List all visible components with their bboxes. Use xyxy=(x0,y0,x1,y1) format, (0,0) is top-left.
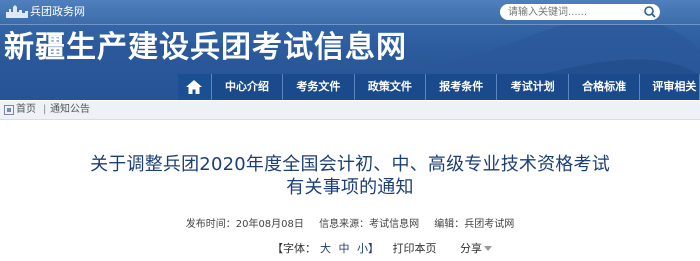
breadcrumb-separator: | xyxy=(43,104,47,115)
share-label: 分享 xyxy=(460,242,482,255)
font-large-button[interactable]: 大 xyxy=(320,242,331,255)
gov-portal-link[interactable]: 兵团政务网 xyxy=(30,4,85,20)
breadcrumb: 首页 | 通知公告 xyxy=(0,101,700,120)
nav-item-center-intro[interactable]: 中心介绍 xyxy=(211,74,284,100)
search-icon xyxy=(644,6,656,18)
article-meta: 发布时间：20年08月08日 信息来源：考试信息网 编辑：兵团考试网 xyxy=(0,218,700,232)
article-title-line1: 关于调整兵团2020年度全国会计初、中、高级专业技术资格考试 xyxy=(90,154,610,175)
nav-item-exam-files[interactable]: 考务文件 xyxy=(283,74,355,100)
font-size-label: 【字体： xyxy=(272,242,316,255)
nav-item-exam-plan[interactable]: 考试计划 xyxy=(497,74,569,100)
font-medium-button[interactable]: 中 xyxy=(339,242,350,255)
dropdown-arrow-icon xyxy=(484,246,492,251)
nav-item-pass-standard[interactable]: 合格标准 xyxy=(568,74,641,100)
nav-item-eligibility[interactable]: 报考条件 xyxy=(426,74,498,100)
print-button[interactable]: 打印本页 xyxy=(393,242,437,255)
nav-home[interactable] xyxy=(178,74,212,100)
editor: 编辑：兵团考试网 xyxy=(434,219,515,230)
nav-item-policy-files[interactable]: 政策文件 xyxy=(354,74,427,100)
site-title: 新疆生产建设兵团考试信息网 xyxy=(4,30,407,65)
breadcrumb-current[interactable]: 通知公告 xyxy=(50,101,90,119)
info-source: 信息来源：考试信息网 xyxy=(319,219,420,230)
article-tools: 【字体： 大 中 小】 打印本页 分享 xyxy=(272,242,492,256)
location-icon xyxy=(4,105,14,115)
search-button[interactable] xyxy=(640,4,660,20)
article-title: 关于调整兵团2020年度全国会计初、中、高级专业技术资格考试 有关事项的通知 xyxy=(0,153,700,199)
skyline-logo-icon xyxy=(6,5,28,18)
breadcrumb-home-link[interactable]: 首页 xyxy=(16,101,36,119)
main-nav: 中心介绍 考务文件 政策文件 报考条件 考试计划 合格标准 评审相关 xyxy=(178,74,700,100)
home-icon xyxy=(186,80,203,94)
top-bar: 兵团政务网 xyxy=(0,0,700,25)
share-button[interactable]: 分享 xyxy=(460,242,492,255)
article-title-line2: 有关事项的通知 xyxy=(286,177,414,198)
site-banner: 兵团政务网 新疆生产建设兵团考试信息网 中心介绍 考务文件 政策文件 报考条件 … xyxy=(0,0,700,100)
font-small-button[interactable]: 小】 xyxy=(357,242,379,255)
search-input[interactable] xyxy=(500,4,640,20)
nav-item-review[interactable]: 评审相关 xyxy=(640,74,700,100)
publish-time: 发布时间：20年08月08日 xyxy=(185,219,304,230)
